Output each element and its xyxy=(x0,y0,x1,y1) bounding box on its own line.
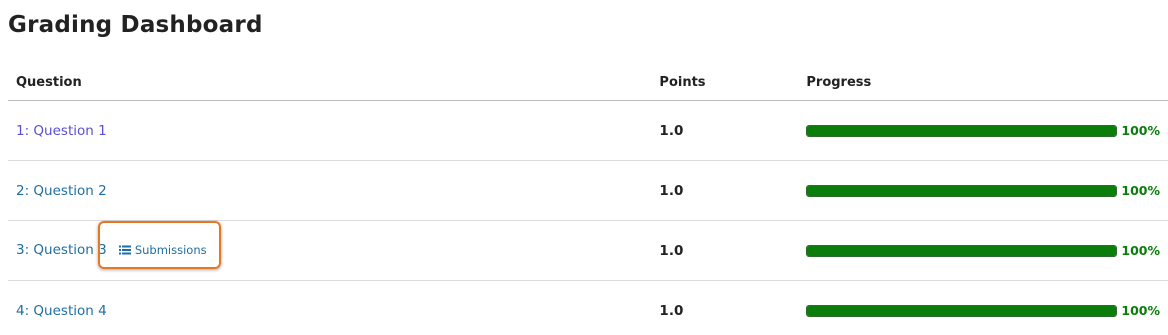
progress-label: 100% xyxy=(1121,243,1160,258)
grading-table: Question Points Progress 1: Question 1 1… xyxy=(8,64,1168,335)
submissions-link[interactable]: Submissions xyxy=(118,242,207,257)
question-link[interactable]: 1: Question 1 xyxy=(16,123,107,139)
table-row: 1: Question 1 1.0 100% xyxy=(8,101,1168,161)
list-icon xyxy=(118,245,131,255)
question-cell: 4: Question 4 xyxy=(8,280,652,335)
progress-column-header: Progress xyxy=(798,64,1168,101)
progress-cell: 100% xyxy=(798,220,1168,281)
points-value: 1.0 xyxy=(659,122,684,139)
table-header-row: Question Points Progress xyxy=(8,64,1168,101)
grading-dashboard-page: Grading Dashboard Question Points Progre… xyxy=(0,0,1168,335)
submissions-wrapper: Submissions xyxy=(97,220,221,269)
submissions-label: Submissions xyxy=(134,242,207,257)
progress-fill xyxy=(807,125,1117,136)
progress-fill xyxy=(807,245,1117,256)
points-value: 1.0 xyxy=(659,302,684,319)
points-cell: 1.0 xyxy=(651,220,799,281)
question-link[interactable]: 2: Question 2 xyxy=(16,183,107,199)
points-cell: 1.0 xyxy=(651,160,799,221)
table-row: 2: Question 2 1.0 100% xyxy=(8,160,1168,221)
progress-cell: 100% xyxy=(798,280,1168,335)
progress-bar xyxy=(806,184,1118,197)
question-link[interactable]: 4: Question 4 xyxy=(16,303,107,319)
progress-fill xyxy=(807,305,1117,316)
question-cell: 1: Question 1 xyxy=(8,101,651,161)
progress-bar xyxy=(806,124,1118,137)
points-value: 1.0 xyxy=(659,242,684,259)
table-row: 3: Question 3 Submissions 1.0 100% xyxy=(8,220,1168,281)
table-row: 4: Question 4 1.0 100% xyxy=(8,280,1168,335)
page-title: Grading Dashboard xyxy=(8,12,263,38)
points-value: 1.0 xyxy=(659,182,684,199)
question-link[interactable]: 3: Question 3 xyxy=(16,242,107,258)
progress-label: 100% xyxy=(1121,303,1160,318)
question-column-header: Question xyxy=(8,64,652,101)
progress-label: 100% xyxy=(1121,183,1160,198)
progress-bar xyxy=(806,244,1118,257)
progress-label: 100% xyxy=(1121,123,1160,138)
progress-bar xyxy=(806,304,1118,317)
progress-fill xyxy=(807,185,1117,196)
progress-cell: 100% xyxy=(798,160,1168,221)
question-cell: 2: Question 2 xyxy=(8,160,652,221)
progress-cell: 100% xyxy=(798,101,1168,161)
points-cell: 1.0 xyxy=(651,101,798,161)
points-cell: 1.0 xyxy=(651,280,799,335)
points-column-header: Points xyxy=(651,64,799,101)
question-cell: 3: Question 3 Submissions xyxy=(8,220,652,281)
